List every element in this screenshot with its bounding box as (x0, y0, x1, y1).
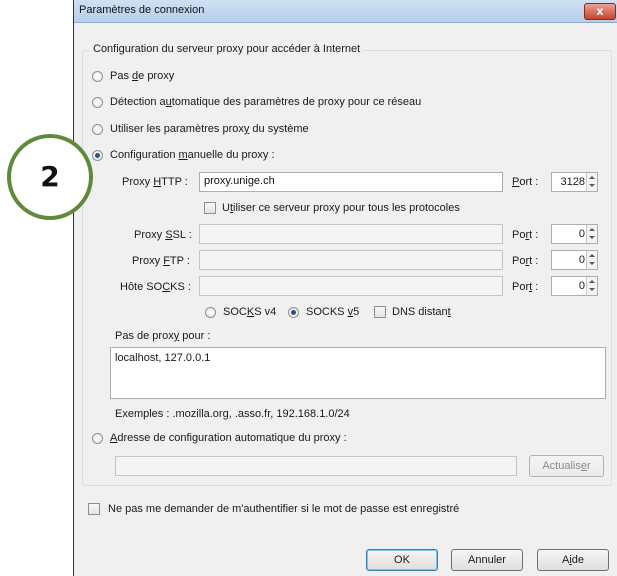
radio-auto-config-url[interactable] (92, 433, 103, 444)
label-socks-port: Port : (512, 281, 539, 293)
examples-hint: Exemples : .mozilla.org, .asso.fr, 192.1… (115, 408, 350, 420)
close-button[interactable]: x (584, 3, 616, 20)
label-system-proxy[interactable]: Utiliser les paramètres proxy du système (110, 123, 309, 135)
refresh-button[interactable]: Actualiser (529, 455, 604, 477)
radio-no-proxy[interactable] (92, 71, 103, 82)
spin-down-icon[interactable] (589, 262, 595, 265)
group-legend: Configuration du serveur proxy pour accé… (90, 43, 364, 55)
ftp-proxy-input[interactable] (199, 250, 503, 270)
ssl-proxy-input[interactable] (199, 224, 503, 244)
label-no-proxy[interactable]: Pas de proxy (110, 70, 174, 82)
label-remote-dns[interactable]: DNS distant (392, 306, 451, 318)
checkbox-remote-dns[interactable] (374, 306, 386, 318)
label-manual-proxy[interactable]: Configuration manuelle du proxy : (110, 149, 275, 161)
step-annotation-circle: 2 (7, 134, 93, 220)
close-icon: x (596, 4, 604, 18)
connection-settings-dialog: Paramètres de connexion x Configuration … (73, 0, 617, 576)
checkbox-same-proxy[interactable] (204, 202, 216, 214)
label-ssl-port: Port : (512, 229, 539, 241)
auto-config-url-input[interactable] (115, 456, 517, 476)
label-http-proxy: Proxy HTTP : (122, 176, 188, 188)
label-socks-v4[interactable]: SOCKS v4 (223, 306, 276, 318)
socks-host-input[interactable] (199, 276, 503, 296)
window-title: Paramètres de connexion (79, 4, 205, 16)
label-socks-v5[interactable]: SOCKS v5 (306, 306, 359, 318)
radio-socks-v4[interactable] (205, 307, 216, 318)
label-socks-host: Hôte SOCKS : (120, 281, 191, 293)
radio-manual-proxy[interactable] (92, 150, 103, 161)
label-no-auth-prompt[interactable]: Ne pas me demander de m'authentifier si … (108, 503, 459, 515)
radio-socks-v5[interactable] (288, 307, 299, 318)
spin-up-icon[interactable] (589, 228, 595, 231)
cancel-button[interactable]: Annuler (451, 549, 523, 571)
checkbox-no-auth-prompt[interactable] (88, 503, 100, 515)
label-auto-detect[interactable]: Détection automatique des paramètres de … (110, 96, 421, 108)
step-number: 2 (40, 160, 60, 193)
label-ssl-proxy: Proxy SSL : (134, 229, 192, 241)
spin-down-icon[interactable] (589, 236, 595, 239)
spin-up-icon[interactable] (589, 176, 595, 179)
radio-system-proxy[interactable] (92, 124, 103, 135)
label-ftp-port: Port : (512, 255, 539, 267)
spin-up-icon[interactable] (589, 254, 595, 257)
http-proxy-input[interactable]: proxy.unige.ch (199, 172, 503, 192)
radio-auto-detect[interactable] (92, 97, 103, 108)
ok-button[interactable]: OK (366, 549, 438, 571)
help-button[interactable]: Aide (537, 549, 609, 571)
spin-up-icon[interactable] (589, 280, 595, 283)
label-ftp-proxy: Proxy FTP : (132, 255, 190, 267)
label-no-proxy-for: Pas de proxy pour : (115, 330, 211, 342)
label-same-proxy[interactable]: Utiliser ce serveur proxy pour tous les … (222, 202, 460, 214)
socks-port-spinner[interactable]: 0 (551, 276, 598, 296)
ssl-port-spinner[interactable]: 0 (551, 224, 598, 244)
spin-down-icon[interactable] (589, 288, 595, 291)
label-auto-config-url[interactable]: Adresse de configuration automatique du … (110, 432, 347, 444)
label-http-port: Port : (512, 176, 539, 188)
no-proxy-for-textarea[interactable]: localhost, 127.0.0.1 (110, 347, 606, 399)
spin-down-icon[interactable] (589, 184, 595, 187)
ftp-port-spinner[interactable]: 0 (551, 250, 598, 270)
title-bar: Paramètres de connexion x (74, 0, 617, 23)
http-port-spinner[interactable]: 3128 (551, 172, 598, 192)
